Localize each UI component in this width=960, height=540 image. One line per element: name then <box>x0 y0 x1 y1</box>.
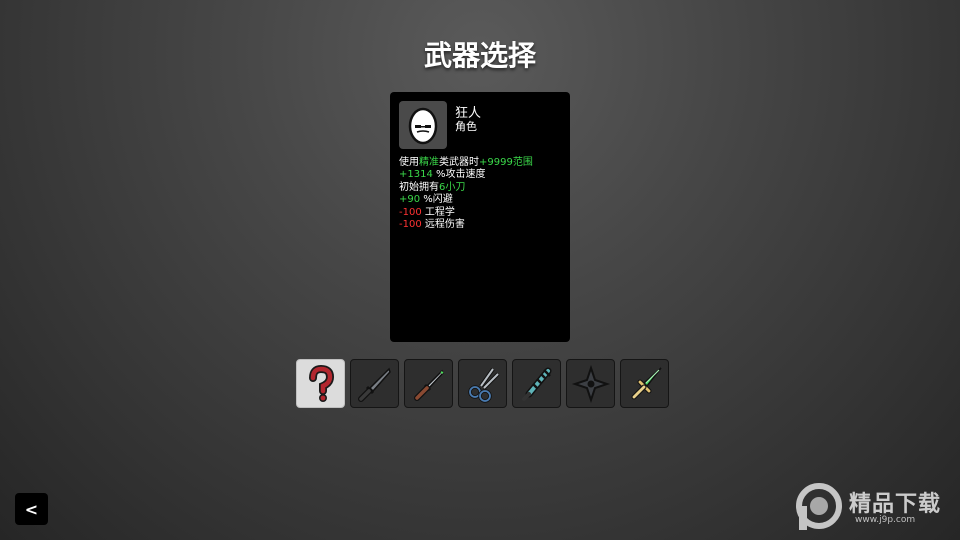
character-description: 使用精准类武器时+9999范围 +1314 %攻击速度 初始拥有6小刀 +90 %闪避… <box>399 157 564 231</box>
description-segment: +1314 <box>399 169 433 181</box>
watermark-text: 精品下载 <box>849 492 942 517</box>
egg-face-icon <box>408 107 438 145</box>
description-line: -100 工程学 <box>399 207 564 219</box>
back-button[interactable]: < <box>15 493 48 525</box>
weapon-slots <box>296 359 669 408</box>
scissors-icon <box>467 367 499 403</box>
character-type: 角色 <box>455 120 477 133</box>
watermark: 精品下载 www.j9p.com <box>793 482 953 534</box>
weapon-slot-spiked-blade[interactable] <box>512 359 561 408</box>
shuriken-icon <box>571 364 610 403</box>
description-segment: 6小刀 <box>439 181 466 193</box>
description-line: 初始拥有6小刀 <box>399 182 564 194</box>
screen-title: 武器选择 <box>423 39 536 72</box>
description-segment: 精准 <box>419 157 439 168</box>
dagger-icon <box>413 369 444 401</box>
emerald-dagger-icon <box>631 366 662 399</box>
character-portrait <box>399 101 447 149</box>
knife-icon <box>357 367 391 402</box>
watermark-logo-icon <box>796 483 842 530</box>
weapon-slot-scissors[interactable] <box>458 359 507 408</box>
description-segment: -100 <box>399 206 422 218</box>
description-segment: 工程学 <box>421 206 455 218</box>
description-line: +1314 %攻击速度 <box>399 169 564 181</box>
weapon-slot-emerald-dagger[interactable] <box>620 359 669 408</box>
description-line: 使用精准类武器时+9999范围 <box>399 157 564 169</box>
description-line: -100 远程伤害 <box>399 219 564 231</box>
weapon-slot-knife[interactable] <box>350 359 399 408</box>
description-segment: -100 <box>399 219 422 231</box>
description-segment: 初始拥有 <box>399 181 439 193</box>
random-question-icon <box>308 364 334 402</box>
weapon-slot-dagger[interactable] <box>404 359 453 408</box>
description-line: +90 %闪避 <box>399 194 564 206</box>
description-segment: 类武器时 <box>439 157 479 168</box>
description-segment: %攻击速度 <box>432 169 486 181</box>
description-segment: %闪避 <box>420 194 453 206</box>
description-segment: 使用 <box>399 157 419 168</box>
description-segment: +90 <box>399 194 421 206</box>
description-segment: 远程伤害 <box>421 219 465 231</box>
watermark-url: www.j9p.com <box>855 515 916 525</box>
weapon-slot-random[interactable] <box>296 359 345 408</box>
weapon-slot-shuriken[interactable] <box>566 359 615 408</box>
spiked-blade-icon <box>521 367 551 401</box>
description-segment: +9999范围 <box>479 157 533 168</box>
character-info-panel: 狂人 角色 使用精准类武器时+9999范围 +1314 %攻击速度 初始拥有6小刀 +… <box>390 92 570 342</box>
